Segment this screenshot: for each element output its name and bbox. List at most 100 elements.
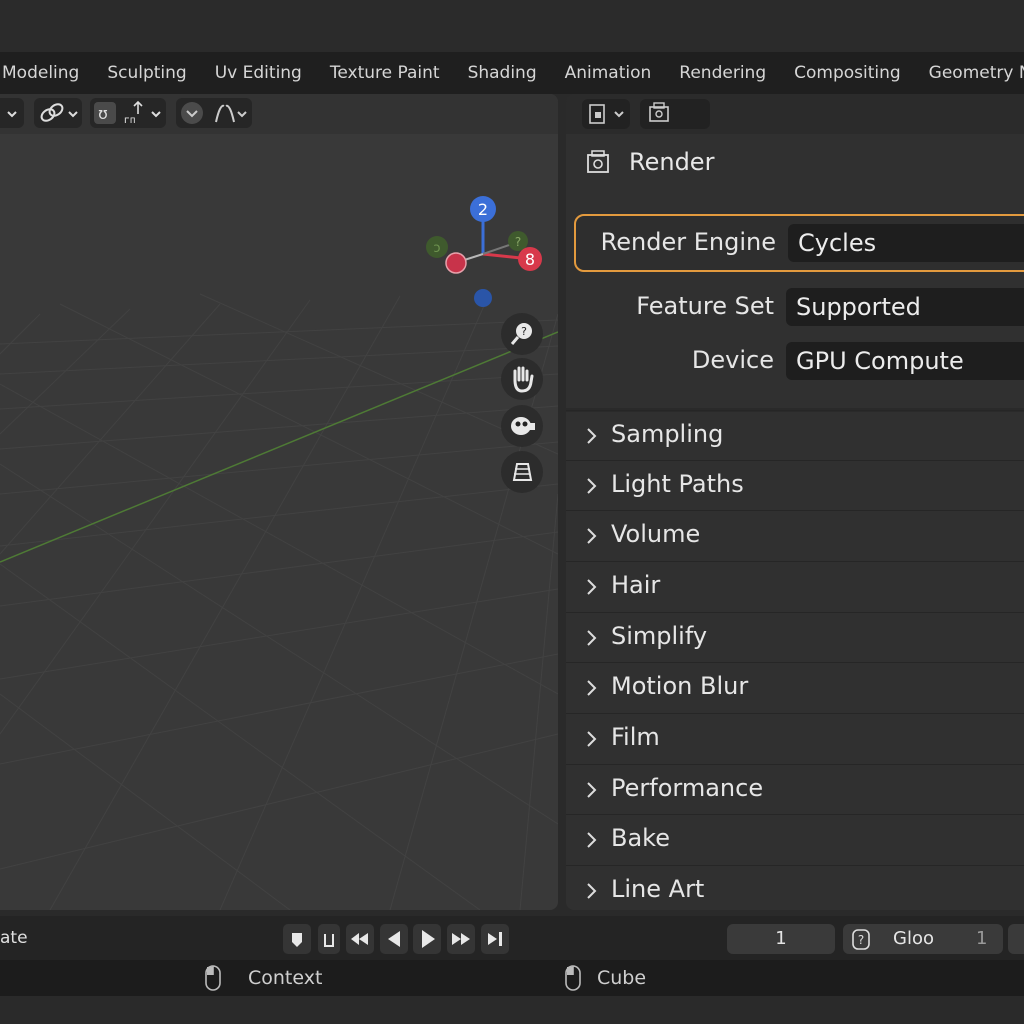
ortho-toggle-button[interactable] [501,451,543,493]
timeline-label: ate [0,928,28,948]
section-simplify[interactable]: Simplify [566,612,1024,663]
tab-texture-paint[interactable]: Texture Paint [316,63,454,83]
scene-number: 1 [976,928,988,949]
tab-sculpting[interactable]: Sculpting [93,63,200,83]
camera-view-button[interactable] [501,405,543,447]
scene-field[interactable]: ? Gloo 1 [843,924,1003,954]
section-line-art[interactable]: Line Art [566,865,1024,910]
next-keyframe-icon [452,933,470,945]
render-panel-header: Render [566,138,1024,186]
section-sampling[interactable]: Sampling [566,410,1024,461]
svg-text:8: 8 [525,250,535,269]
3d-viewport[interactable]: ʊ ᴦᴨ ɔ ? 2 8 ? [0,94,558,910]
section-volume[interactable]: Volume [566,510,1024,561]
section-bake[interactable]: Bake [566,814,1024,865]
status-bar: Context Cube [0,960,1024,996]
svg-text:ɔ: ɔ [433,241,440,256]
chevron-right-icon [587,428,597,444]
zoom-button[interactable]: ? [501,313,543,355]
properties-editor: Render Render Engine Cycles Feature Set … [566,94,1024,910]
section-label: Film [611,723,660,751]
mouse-icon [205,965,221,991]
chevron-right-icon [587,579,597,595]
prev-keyframe-icon [351,933,368,945]
section-label: Volume [611,520,701,548]
current-frame-field[interactable]: 1 [727,924,835,954]
tab-animation[interactable]: Animation [551,63,666,83]
section-label: Performance [611,774,764,802]
scene-field-next[interactable] [1008,924,1024,954]
tab-modeling[interactable]: Modeling [0,63,93,83]
gizmo-neg-z [474,289,492,307]
chevron-right-icon [587,832,597,848]
play-button[interactable] [413,924,441,954]
section-label: Sampling [611,420,724,448]
chevron-right-icon [587,528,597,544]
device-label: Device [691,346,774,374]
section-performance[interactable]: Performance [566,764,1024,815]
render-engine-label: Render Engine [600,228,776,256]
timeline-header: ate 1 ? Gloo 1 [0,916,1024,960]
tab-compositing[interactable]: Compositing [780,63,915,83]
pan-button[interactable] [501,358,543,400]
top-bar [0,0,1024,52]
mouse-icon [565,965,581,991]
render-properties-icon [649,102,669,122]
render-engine-select[interactable]: Cycles [788,224,1024,262]
feature-set-select[interactable]: Supported [786,288,1024,326]
workspace-tabs: Modeling Sculpting Uv Editing Texture Pa… [0,52,1024,94]
chevron-right-icon [587,478,597,494]
next-keyframe-button[interactable] [447,924,475,954]
jump-start-button[interactable] [318,924,340,954]
grid-view-icon [512,463,533,481]
jump-end-button[interactable] [481,924,509,954]
tab-rendering[interactable]: Rendering [665,63,780,83]
section-light-paths[interactable]: Light Paths [566,460,1024,511]
section-label: Hair [611,571,661,599]
gizmo-neg-x [445,252,467,274]
scene-name: Gloo [893,928,934,949]
editor-type-icon [589,104,605,124]
section-label: Simplify [611,622,708,650]
prev-keyframe-button[interactable] [346,924,374,954]
render-engine-row: Render Engine Cycles [574,214,1024,272]
panel-title: Render [629,148,715,176]
keyframe-button[interactable] [283,924,311,954]
svg-text:?: ? [521,325,527,338]
editor-type-dropdown[interactable] [582,99,630,129]
feature-set-label: Feature Set [636,292,774,320]
section-motion-blur[interactable]: Motion Blur [566,662,1024,713]
device-select[interactable]: GPU Compute [786,342,1024,380]
svg-text:2: 2 [478,200,488,219]
chevron-down-icon [614,111,624,118]
play-reverse-icon [388,931,400,947]
render-icon [587,150,609,173]
section-hair[interactable]: Hair [566,561,1024,612]
section-label: Motion Blur [611,672,749,700]
jump-end-icon [488,932,502,946]
navigation-gizmo[interactable]: ɔ ? 2 8 [0,94,558,910]
render-properties-tab[interactable] [640,99,710,129]
bottom-bar [0,996,1024,1024]
chevron-right-icon [587,680,597,696]
play-icon [422,930,435,948]
tab-uv-editing[interactable]: Uv Editing [201,63,316,83]
device-row: Device GPU Compute [574,334,1024,388]
chevron-right-icon [587,731,597,747]
camera-icon [511,417,535,435]
jump-start-icon [324,934,334,947]
play-reverse-button[interactable] [380,924,408,954]
scene-icon: ? [852,929,870,950]
section-film[interactable]: Film [566,713,1024,764]
chevron-right-icon [587,782,597,798]
chevron-right-icon [587,883,597,899]
properties-header [566,94,1024,134]
svg-text:?: ? [515,235,521,249]
status-context: Context [248,967,323,989]
feature-set-row: Feature Set Supported [574,280,1024,334]
section-label: Bake [611,824,670,852]
hand-pan-icon [513,366,534,393]
section-label: Light Paths [611,470,744,498]
tab-geometry-nodes[interactable]: Geometry Node [915,63,1024,83]
tab-shading[interactable]: Shading [454,63,551,83]
